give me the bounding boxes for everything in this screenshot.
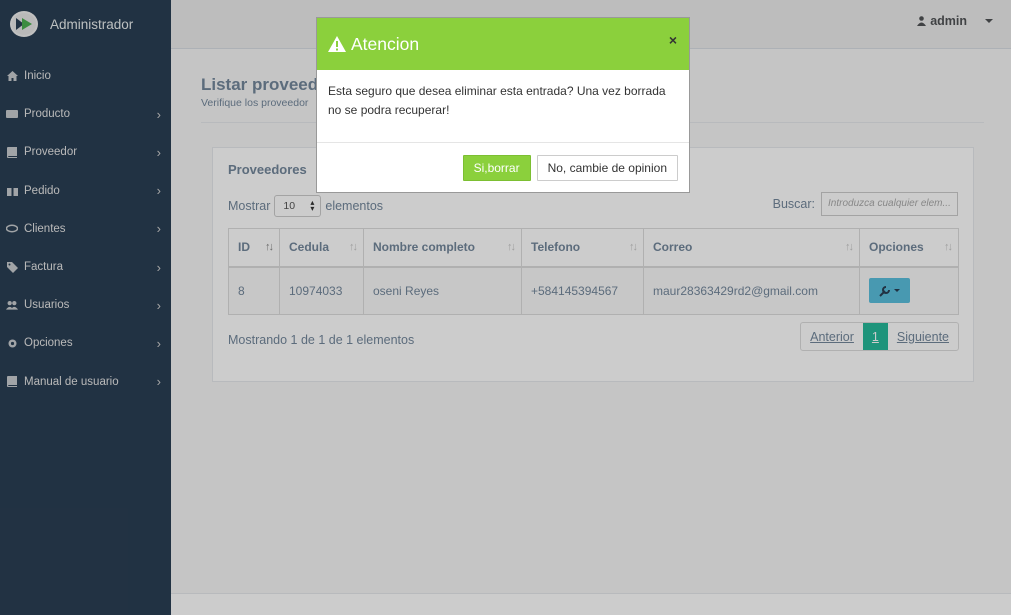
- modal-header: Atencion: [317, 18, 689, 70]
- modal-title: Atencion: [351, 33, 420, 54]
- confirm-delete-button[interactable]: Si,borrar: [462, 155, 531, 181]
- warning-icon: [328, 36, 346, 52]
- cancel-button[interactable]: No, cambie de opinion: [536, 155, 678, 181]
- close-icon[interactable]: ×: [669, 32, 677, 48]
- modal-footer: Si,borrar No, cambie de opinion: [462, 155, 678, 181]
- modal-message: Esta seguro que desea eliminar esta entr…: [317, 70, 689, 143]
- confirm-delete-modal: Atencion × Esta seguro que desea elimina…: [316, 17, 690, 193]
